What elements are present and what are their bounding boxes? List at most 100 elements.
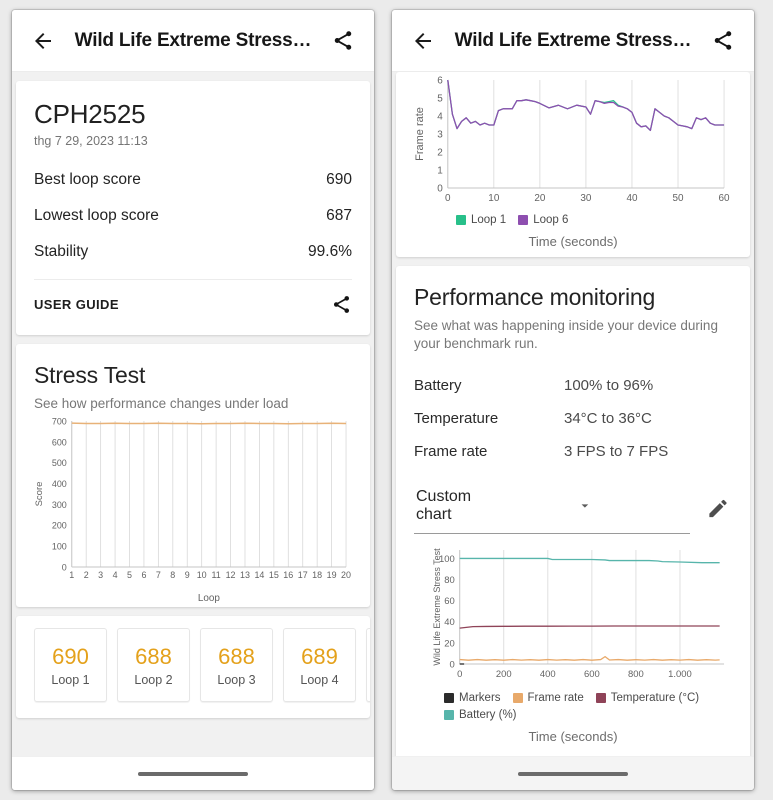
svg-text:40: 40 [444, 618, 455, 629]
svg-text:1.000: 1.000 [668, 669, 692, 680]
loop-label: Loop 2 [134, 673, 172, 687]
svg-text:800: 800 [628, 669, 644, 680]
user-guide-row: USER GUIDE [34, 279, 352, 325]
svg-text:60: 60 [719, 193, 730, 204]
frame-rate-legend: Loop 1 Loop 6 [414, 214, 732, 226]
svg-text:600: 600 [584, 669, 600, 680]
svg-text:4: 4 [437, 111, 443, 122]
svg-text:50: 50 [672, 193, 683, 204]
legend-label: Loop 6 [533, 214, 568, 226]
scroll-body-left[interactable]: CPH2525 thg 7 29, 2023 11:13 Best loop s… [12, 72, 374, 756]
loop-card[interactable]: 690 Loop 1 [34, 628, 107, 702]
svg-text:30: 30 [580, 193, 591, 204]
legend-item: Loop 1 [456, 214, 506, 226]
perf-row-battery: Battery 100% to 96% [414, 369, 732, 402]
phone-panel-right: Wild Life Extreme Stress… 01234560102030… [392, 10, 754, 790]
loop-card[interactable]: 688 Loop 2 [117, 628, 190, 702]
performance-monitoring-card: Performance monitoring See what was happ… [396, 266, 750, 756]
app-bar-left: Wild Life Extreme Stress… [12, 10, 374, 72]
stat-value: 687 [326, 207, 352, 225]
svg-text:7: 7 [156, 570, 161, 580]
loop-card[interactable]: 688 Loop 3 [200, 628, 273, 702]
svg-text:12: 12 [226, 570, 236, 580]
svg-text:0: 0 [457, 669, 462, 680]
perf-value: 34°C to 36°C [564, 410, 652, 427]
custom-chart-svg: 02040608010002004006008001.000Wild Life … [414, 540, 732, 690]
loop-card[interactable]: 689 Loop 4 [283, 628, 356, 702]
stat-row-lowest-loop-score: Lowest loop score 687 [34, 198, 352, 234]
perf-label: Frame rate [414, 443, 564, 460]
stress-test-score-chart: 0100200300400500600700123456789101112131… [34, 413, 352, 603]
perf-row-frame-rate: Frame rate 3 FPS to 7 FPS [414, 435, 732, 468]
share-result-button[interactable] [331, 294, 352, 315]
back-button[interactable] [28, 26, 58, 56]
stat-row-stability: Stability 99.6% [34, 234, 352, 270]
frame-rate-chart-svg: 01234560102030405060Frame rate [414, 72, 732, 212]
svg-text:500: 500 [52, 458, 67, 468]
chart-type-select[interactable]: Custom chart [414, 482, 690, 534]
stat-value: 690 [326, 171, 352, 189]
svg-text:20: 20 [444, 639, 455, 650]
loop-card-partial[interactable] [366, 628, 370, 702]
frame-rate-card: 01234560102030405060Frame rate Loop 1Loo… [396, 72, 750, 257]
user-guide-button[interactable]: USER GUIDE [34, 297, 119, 312]
phone-panel-left: Wild Life Extreme Stress… CPH2525 thg 7 … [12, 10, 374, 790]
summary-card: CPH2525 thg 7 29, 2023 11:13 Best loop s… [16, 81, 370, 335]
custom-chart-x-axis-caption: Time (seconds) [414, 721, 732, 746]
legend-item: Temperature (°C) [596, 692, 699, 704]
edit-chart-button[interactable] [704, 494, 732, 522]
perf-label: Battery [414, 377, 564, 394]
legend-item: Frame rate [513, 692, 584, 704]
svg-text:80: 80 [444, 575, 455, 586]
device-name: CPH2525 [34, 99, 352, 130]
loop-cards-card: 690 Loop 1 688 Loop 2 688 Loop 3 689 Loo… [16, 616, 370, 718]
legend-item: Markers [444, 692, 501, 704]
custom-chart-legend: Markers Frame rate Temperature (°C) Battery… [414, 692, 732, 721]
legend-label: Temperature (°C) [611, 692, 699, 704]
system-nav-bar-right [392, 756, 754, 790]
svg-text:18: 18 [312, 570, 322, 580]
performance-title: Performance monitoring [414, 284, 732, 311]
perf-label: Temperature [414, 410, 564, 427]
legend-swatch-icon [444, 693, 454, 703]
svg-text:200: 200 [496, 669, 512, 680]
svg-text:700: 700 [52, 417, 67, 427]
svg-text:400: 400 [52, 479, 67, 489]
legend-swatch-icon [596, 693, 606, 703]
legend-label: Loop 1 [471, 214, 506, 226]
scroll-body-right[interactable]: 01234560102030405060Frame rate Loop 1Loo… [392, 72, 754, 756]
loop-score: 690 [52, 644, 89, 670]
svg-text:20: 20 [534, 193, 545, 204]
back-button[interactable] [408, 26, 438, 56]
svg-text:13: 13 [240, 570, 250, 580]
legend-label: Frame rate [528, 692, 584, 704]
loop-score: 688 [218, 644, 255, 670]
stat-label: Stability [34, 243, 88, 261]
svg-text:Wild Life Extreme Stress Test: Wild Life Extreme Stress Test [432, 548, 442, 666]
home-gesture-pill[interactable] [138, 772, 248, 776]
legend-label: Battery (%) [459, 709, 517, 721]
share-icon [328, 29, 358, 52]
dual-phone-screenshot: Wild Life Extreme Stress… CPH2525 thg 7 … [0, 0, 773, 800]
loop-cards-strip[interactable]: 690 Loop 1 688 Loop 2 688 Loop 3 689 Loo… [16, 616, 370, 718]
home-gesture-pill[interactable] [518, 772, 628, 776]
legend-swatch-icon [518, 215, 528, 225]
svg-text:10: 10 [488, 193, 499, 204]
system-nav-bar-left [12, 756, 374, 790]
perf-row-temperature: Temperature 34°C to 36°C [414, 402, 732, 435]
legend-label: Markers [459, 692, 501, 704]
stress-test-card: Stress Test See how performance changes … [16, 344, 370, 607]
legend-item: Battery (%) [444, 709, 517, 721]
share-button[interactable] [328, 26, 358, 56]
chevron-down-icon [486, 498, 684, 514]
page-title: Wild Life Extreme Stress… [448, 30, 698, 52]
perf-value: 100% to 96% [564, 377, 653, 394]
loop-label: Loop 4 [300, 673, 338, 687]
svg-text:4: 4 [113, 570, 118, 580]
svg-text:9: 9 [185, 570, 190, 580]
frame-rate-chart: 01234560102030405060Frame rate [414, 72, 732, 212]
svg-text:40: 40 [626, 193, 637, 204]
share-button[interactable] [708, 26, 738, 56]
svg-text:0: 0 [62, 563, 67, 573]
svg-text:10: 10 [197, 570, 207, 580]
